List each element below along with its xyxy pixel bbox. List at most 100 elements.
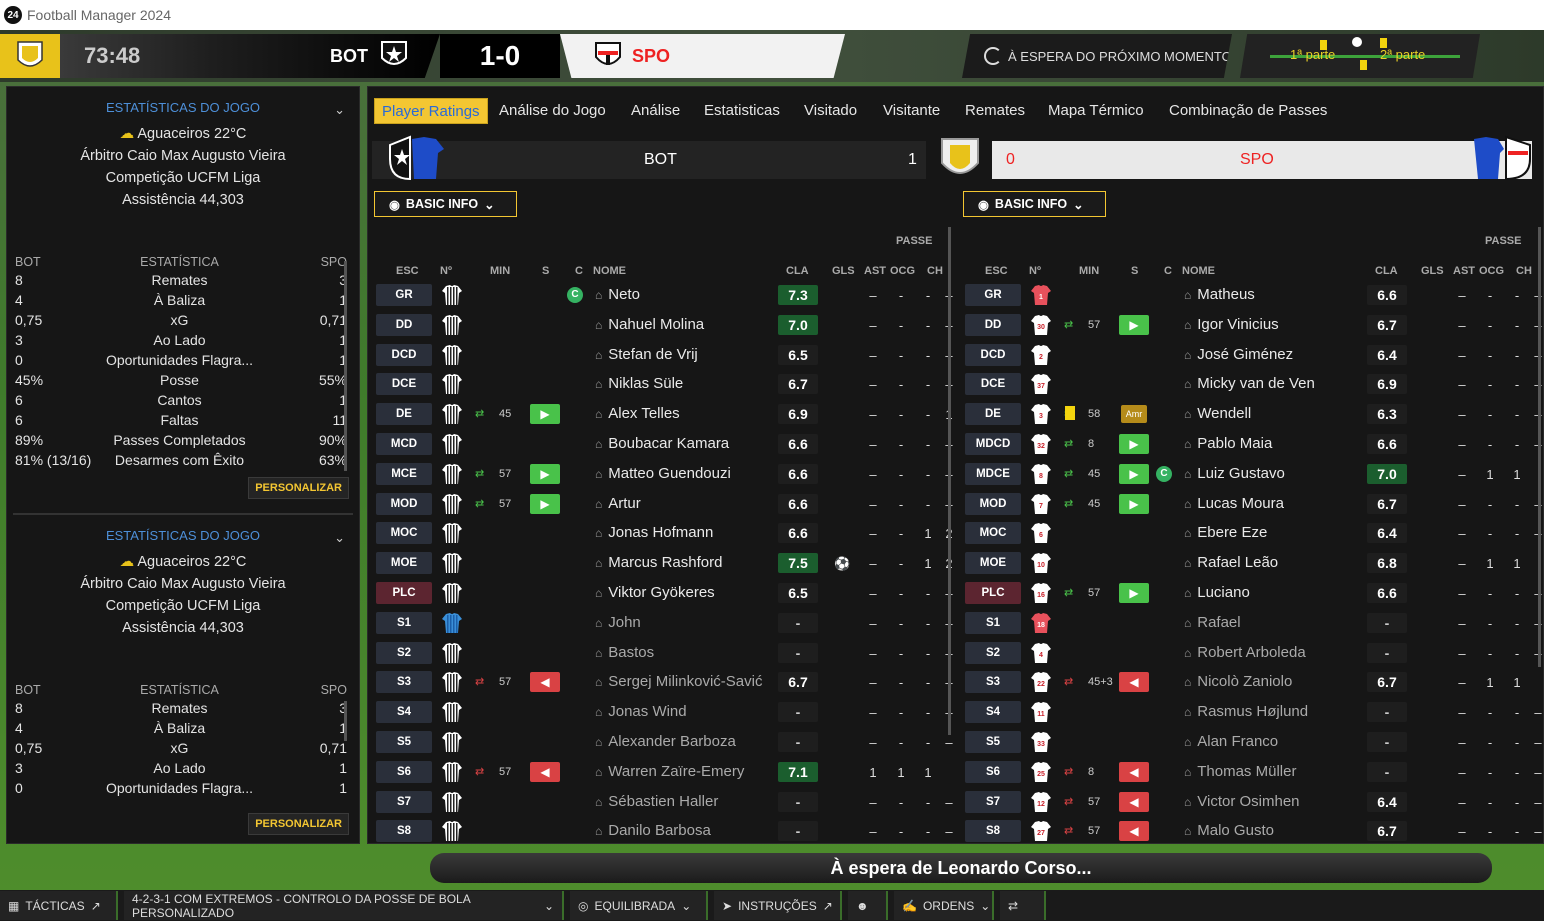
- column-header-gls[interactable]: GLS: [1421, 265, 1444, 277]
- player-row[interactable]: DCE⌂Niklas Süle6.7–--–: [376, 369, 953, 399]
- basic-info-dropdown[interactable]: ◉ BASIC INFO ⌄: [963, 191, 1106, 217]
- player-row[interactable]: S3⇄57◀⌂Sergej Milinković-Savić6.7–--–: [376, 667, 953, 697]
- player-name[interactable]: ⌂ Nahuel Molina: [595, 316, 704, 333]
- player-name[interactable]: ⌂ Pablo Maia: [1184, 435, 1272, 452]
- column-header-name[interactable]: NOME: [593, 265, 626, 277]
- player-name[interactable]: ⌂ Alan Franco: [1184, 733, 1278, 750]
- tab-5[interactable]: Visitante: [883, 98, 940, 124]
- column-header-name[interactable]: NOME: [1182, 265, 1215, 277]
- player-row[interactable]: S7 ⌂ Sébastien Haller - – - - –: [376, 787, 953, 817]
- player-row[interactable]: DE⇄45▶⌂Alex Telles6.9–--1: [376, 399, 953, 429]
- player-row[interactable]: S3 22 ⇄ 45+3 ◀ ⌂ Nicolò Zaniolo 6.7 – 1 1: [965, 667, 1540, 697]
- substitution-button[interactable]: ⇄: [1000, 891, 1046, 920]
- instructions-button[interactable]: ➤ INSTRUÇÕES ↗: [714, 891, 842, 920]
- player-name[interactable]: ⌂ Malo Gusto: [1184, 822, 1274, 839]
- player-name[interactable]: ⌂ Marcus Rashford: [595, 554, 722, 571]
- player-row[interactable]: DCD⌂Stefan de Vrij6.5–--–: [376, 340, 953, 370]
- player-row[interactable]: S8 ⌂ Danilo Barbosa - – - - –: [376, 816, 953, 846]
- player-name[interactable]: ⌂ Jonas Hofmann: [595, 524, 713, 541]
- tab-7[interactable]: Mapa Térmico: [1048, 98, 1144, 124]
- column-header-num[interactable]: Nº: [440, 265, 452, 277]
- column-header-c[interactable]: C: [1164, 265, 1172, 277]
- player-row[interactable]: GR1⌂Matheus6.6–--–: [965, 280, 1542, 310]
- scrollbar[interactable]: [1538, 227, 1541, 667]
- player-row[interactable]: S2⌂Bastos-–--–: [376, 638, 953, 668]
- player-name[interactable]: ⌂ Wendell: [1184, 405, 1251, 422]
- player-name[interactable]: ⌂ Alex Telles: [595, 405, 680, 422]
- match-stats-header[interactable]: ESTATÍSTICAS DO JOGO ⌄: [7, 525, 359, 547]
- player-row[interactable]: S118⌂Rafael-–--–: [965, 608, 1542, 638]
- player-name[interactable]: ⌂ Nicolò Zaniolo: [1184, 673, 1292, 690]
- player-name[interactable]: ⌂ Rasmus Højlund: [1184, 703, 1308, 720]
- column-header-min[interactable]: MIN: [490, 265, 510, 277]
- player-row[interactable]: DD30⇄57▶⌂Igor Vinicius6.7–--–: [965, 310, 1542, 340]
- player-row[interactable]: DCD2⌂José Giménez6.4–--–: [965, 340, 1542, 370]
- player-name[interactable]: ⌂ Ebere Eze: [1184, 524, 1267, 541]
- orders-dropdown[interactable]: ✍ ORDENS ⌄: [894, 891, 994, 920]
- player-name[interactable]: ⌂ Stefan de Vrij: [595, 346, 698, 363]
- scrollbar[interactable]: [948, 227, 951, 735]
- tab-8[interactable]: Combinação de Passes: [1169, 98, 1327, 124]
- column-header-ch[interactable]: CH: [927, 265, 943, 277]
- player-name[interactable]: ⌂ Robert Arboleda: [1184, 644, 1306, 661]
- column-header-pos[interactable]: ESC: [396, 265, 419, 277]
- tab-6[interactable]: Remates: [965, 98, 1025, 124]
- tab-1[interactable]: Análise do Jogo: [499, 98, 606, 124]
- player-name[interactable]: ⌂ Luiz Gustavo: [1184, 465, 1285, 482]
- column-header-s[interactable]: S: [1131, 265, 1138, 277]
- basic-info-dropdown[interactable]: ◉ BASIC INFO ⌄: [374, 191, 517, 217]
- player-name[interactable]: ⌂ José Giménez: [1184, 346, 1293, 363]
- player-name[interactable]: ⌂ Luciano: [1184, 584, 1250, 601]
- player-name[interactable]: ⌂ Matheus: [1184, 286, 1255, 303]
- chevron-down-icon[interactable]: ⌄: [334, 527, 345, 549]
- customize-button[interactable]: PERSONALIZAR: [248, 813, 349, 835]
- player-name[interactable]: ⌂ Artur: [595, 495, 641, 512]
- player-row[interactable]: MCE⇄57▶⌂Matteo Guendouzi6.6–--–: [376, 459, 953, 489]
- column-header-cla[interactable]: CLA: [786, 265, 809, 277]
- column-header-ast[interactable]: AST: [1453, 265, 1475, 277]
- chevron-down-icon[interactable]: ⌄: [334, 99, 345, 121]
- player-name[interactable]: ⌂ Lucas Moura: [1184, 495, 1284, 512]
- player-row[interactable]: MOE⌂Marcus Rashford7.5⚽–-12: [376, 548, 953, 578]
- player-row[interactable]: MOE 10 ⌂ Rafael Leão 6.8 – 1 1: [965, 548, 1540, 578]
- player-row[interactable]: S7 12 ⇄ 57 ◀ ⌂ Victor Osimhen 6.4– - - –: [965, 787, 1542, 817]
- player-name[interactable]: ⌂ Rafael: [1184, 614, 1241, 631]
- player-name[interactable]: ⌂ Jonas Wind: [595, 703, 687, 720]
- match-stats-header[interactable]: ESTATÍSTICAS DO JOGO ⌄: [7, 97, 359, 119]
- player-name[interactable]: ⌂ Sergej Milinković-Savić: [595, 673, 762, 690]
- player-row[interactable]: PLC16⇄57▶⌂Luciano6.6–--–: [965, 578, 1542, 608]
- column-header-c[interactable]: C: [575, 265, 583, 277]
- player-row[interactable]: S6 25 ⇄ 8 ◀ ⌂ Thomas Müller - – - - –: [965, 757, 1542, 787]
- column-header-cla[interactable]: CLA: [1375, 265, 1398, 277]
- player-row[interactable]: S1⌂John-–--–: [376, 608, 953, 638]
- player-row[interactable]: S4 11 ⌂ Rasmus Højlund - – - - –: [965, 697, 1542, 727]
- mentality-dropdown[interactable]: ◎ EQUILIBRADA ⌄: [570, 891, 708, 920]
- player-name[interactable]: ⌂ Neto: [595, 286, 640, 303]
- player-row[interactable]: DE3⇄58Amr⌂Wendell6.3–--–: [965, 399, 1542, 429]
- player-name[interactable]: ⌂ Niklas Süle: [595, 375, 683, 392]
- player-name[interactable]: ⌂ Danilo Barbosa: [595, 822, 711, 839]
- column-header-min[interactable]: MIN: [1079, 265, 1099, 277]
- player-row[interactable]: PLC⌂Viktor Gyökeres6.5–--–: [376, 578, 953, 608]
- scrollbar[interactable]: [344, 701, 347, 741]
- player-row[interactable]: MOC⌂Jonas Hofmann6.6–-12: [376, 518, 953, 548]
- player-name[interactable]: ⌂ Thomas Müller: [1184, 763, 1296, 780]
- player-row[interactable]: S6 ⇄ 57 ◀ ⌂ Warren Zaïre-Emery 7.1 1 1 1: [376, 757, 951, 787]
- formation-dropdown[interactable]: 4-2-3-1 COM EXTREMOS - CONTROLO DA POSSE…: [124, 891, 564, 920]
- tactics-button[interactable]: ▦ TÁCTICAS ↗: [0, 891, 118, 920]
- column-header-ast[interactable]: AST: [864, 265, 886, 277]
- player-name[interactable]: ⌂ Bastos: [595, 644, 654, 661]
- tab-3[interactable]: Estatisticas: [704, 98, 780, 124]
- player-name[interactable]: ⌂ Boubacar Kamara: [595, 435, 729, 452]
- player-row[interactable]: S5 ⌂ Alexander Barboza - – - - –: [376, 727, 953, 757]
- player-name[interactable]: ⌂ Warren Zaïre-Emery: [595, 763, 744, 780]
- player-row[interactable]: GRC⌂Neto7.3–--–: [376, 280, 953, 310]
- match-timeline[interactable]: 1ª parte 2ª parte: [1240, 34, 1480, 78]
- column-header-ocg[interactable]: OCG: [1479, 265, 1504, 277]
- column-header-num[interactable]: Nº: [1029, 265, 1041, 277]
- player-name[interactable]: ⌂ Victor Osimhen: [1184, 793, 1300, 810]
- column-header-pos[interactable]: ESC: [985, 265, 1008, 277]
- customize-button[interactable]: PERSONALIZAR: [248, 477, 349, 499]
- player-row[interactable]: S5 33 ⌂ Alan Franco - – - - –: [965, 727, 1542, 757]
- player-row[interactable]: MCD⌂Boubacar Kamara6.6–--–: [376, 429, 953, 459]
